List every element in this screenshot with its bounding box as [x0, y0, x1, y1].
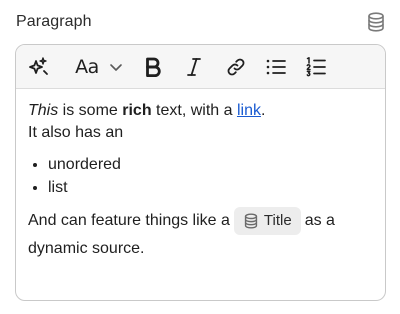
sparkle-icon[interactable] — [24, 53, 52, 81]
paragraph-2: It also has an — [28, 124, 124, 141]
paragraph-3: And can feature things like a Title as a d… — [28, 207, 373, 263]
chevron-down-icon[interactable] — [105, 53, 127, 81]
text-link[interactable]: link — [237, 102, 261, 119]
field-header: Paragraph — [16, 8, 386, 36]
field-label: Paragraph — [16, 13, 92, 30]
rich-text-editor[interactable]: Aa This is some rich text, with a link. … — [15, 44, 386, 301]
numbered-list-icon[interactable] — [302, 53, 330, 81]
list-item: unordered — [48, 153, 373, 176]
editor-toolbar: Aa — [16, 45, 385, 89]
list-item: list — [48, 176, 373, 199]
editor-content[interactable]: This is some rich text, with a link. It … — [16, 89, 385, 263]
bold-text: rich — [122, 102, 152, 119]
italic-text: This — [28, 102, 59, 119]
paragraph-1: This is some rich text, with a link. — [28, 102, 266, 119]
font-style-button[interactable]: Aa — [70, 53, 104, 81]
italic-icon[interactable] — [182, 53, 206, 81]
unordered-list: unordered list — [28, 153, 373, 199]
chip-label: Title — [263, 212, 292, 229]
link-icon[interactable] — [222, 53, 250, 81]
bold-icon[interactable] — [140, 53, 166, 81]
database-icon[interactable] — [366, 12, 386, 32]
database-icon — [244, 213, 258, 229]
bullet-list-icon[interactable] — [262, 53, 290, 81]
dynamic-source-chip[interactable]: Title — [233, 207, 301, 235]
